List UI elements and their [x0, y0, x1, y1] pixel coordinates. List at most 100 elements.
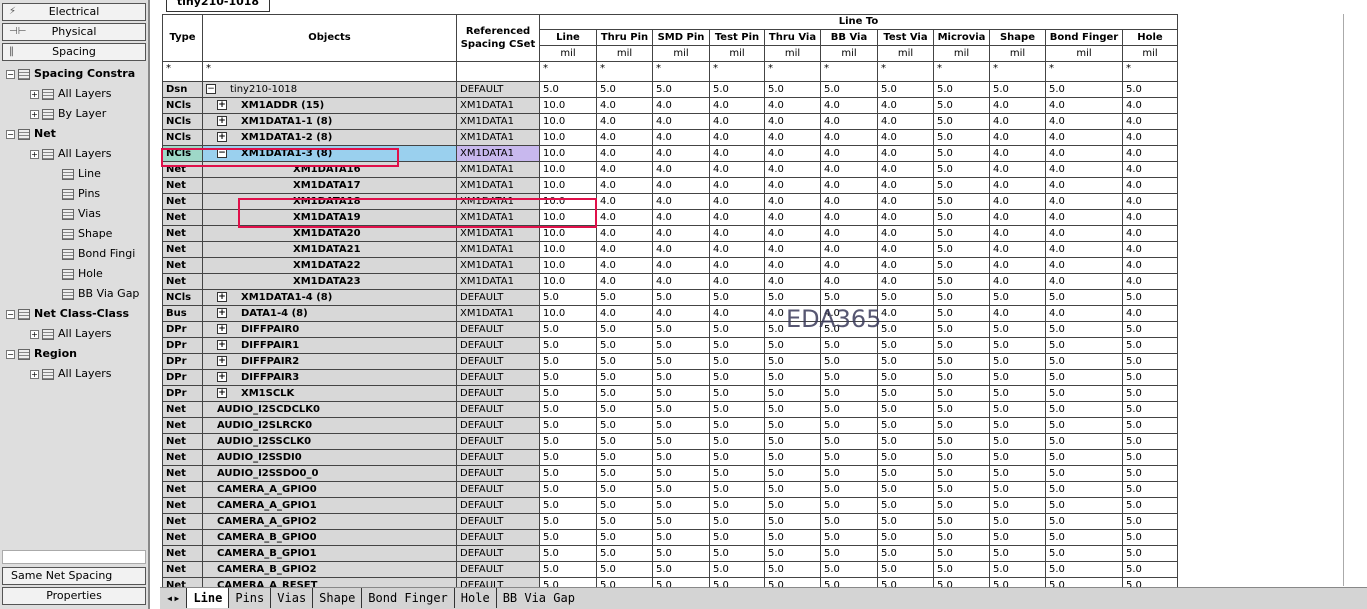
value-cell[interactable]: 5.0: [1122, 337, 1178, 354]
value-cell[interactable]: 5.0: [877, 497, 934, 514]
cset-cell[interactable]: DEFAULT: [456, 561, 540, 578]
value-cell[interactable]: 4.0: [764, 129, 821, 146]
value-cell[interactable]: 5.0: [989, 561, 1046, 578]
value-cell[interactable]: 10.0: [539, 129, 597, 146]
object-cell[interactable]: AUDIO_I2SSCLK0: [202, 433, 457, 450]
value-cell[interactable]: 5.0: [820, 337, 878, 354]
value-cell[interactable]: 4.0: [989, 209, 1046, 226]
table-row[interactable]: Net AUDIO_I2SSCLK0 DEFAULT 5.0 5.0 5.0 5.0 5.0 5…: [162, 433, 1178, 450]
value-cell[interactable]: 4.0: [1122, 97, 1178, 114]
value-cell[interactable]: 4.0: [652, 97, 710, 114]
value-cell[interactable]: 4.0: [820, 209, 878, 226]
table-row[interactable]: NCls + XM1DATA1-4 (8) DEFAULT 5.0 5.0 5.0 5.0 5.…: [162, 289, 1178, 306]
value-cell[interactable]: 4.0: [652, 241, 710, 258]
value-cell[interactable]: 5.0: [764, 81, 821, 98]
value-cell[interactable]: 5.0: [539, 401, 597, 418]
value-cell[interactable]: 5.0: [989, 481, 1046, 498]
value-cell[interactable]: 5.0: [933, 193, 990, 210]
workset-spacing-button[interactable]: ‖ Spacing: [2, 43, 146, 61]
value-cell[interactable]: 5.0: [709, 401, 765, 418]
value-cell[interactable]: 5.0: [539, 417, 597, 434]
value-cell[interactable]: 5.0: [709, 369, 765, 386]
value-cell[interactable]: 4.0: [1045, 273, 1123, 290]
filter-cell[interactable]: *: [820, 61, 878, 82]
value-cell[interactable]: 4.0: [1045, 129, 1123, 146]
value-cell[interactable]: 4.0: [1122, 273, 1178, 290]
table-row[interactable]: Net AUDIO_I2SCDCLK0 DEFAULT 5.0 5.0 5.0 5.0 5.0…: [162, 401, 1178, 418]
value-cell[interactable]: 4.0: [1045, 97, 1123, 114]
table-row[interactable]: Net CAMERA_A_GPIO2 DEFAULT 5.0 5.0 5.0 5.0 5.0 5…: [162, 513, 1178, 530]
value-cell[interactable]: 5.0: [820, 81, 878, 98]
cset-cell[interactable]: DEFAULT: [456, 353, 540, 370]
value-cell[interactable]: 4.0: [989, 97, 1046, 114]
value-cell[interactable]: 5.0: [989, 417, 1046, 434]
value-cell[interactable]: 5.0: [933, 81, 990, 98]
value-cell[interactable]: 10.0: [539, 97, 597, 114]
cset-cell[interactable]: XM1DATA1: [456, 145, 540, 162]
object-cell[interactable]: CAMERA_A_GPIO0: [202, 481, 457, 498]
value-cell[interactable]: 5.0: [652, 417, 710, 434]
value-cell[interactable]: 5.0: [989, 369, 1046, 386]
collapse-icon[interactable]: −: [6, 69, 15, 79]
value-cell[interactable]: 5.0: [933, 113, 990, 130]
value-cell[interactable]: 4.0: [652, 273, 710, 290]
value-cell[interactable]: 5.0: [877, 385, 934, 402]
object-cell[interactable]: + DIFFPAIR0: [202, 321, 457, 338]
value-cell[interactable]: 5.0: [933, 305, 990, 322]
value-cell[interactable]: 5.0: [820, 513, 878, 530]
value-cell[interactable]: 5.0: [764, 513, 821, 530]
table-row[interactable]: DPr + DIFFPAIR1 DEFAULT 5.0 5.0 5.0 5.0 5.0 5.0 5.…: [162, 337, 1178, 354]
filter-cell[interactable]: *: [202, 61, 457, 82]
value-cell[interactable]: 5.0: [539, 321, 597, 338]
value-cell[interactable]: 5.0: [652, 449, 710, 466]
value-cell[interactable]: 5.0: [764, 353, 821, 370]
value-cell[interactable]: 4.0: [596, 177, 653, 194]
tree-item[interactable]: Shape: [0, 224, 148, 244]
col-header[interactable]: Hole: [1122, 29, 1178, 46]
value-cell[interactable]: 5.0: [539, 369, 597, 386]
value-cell[interactable]: 4.0: [820, 193, 878, 210]
tree-item[interactable]: Hole: [0, 264, 148, 284]
collapse-icon[interactable]: −: [6, 129, 15, 139]
value-cell[interactable]: 4.0: [877, 225, 934, 242]
value-cell[interactable]: 5.0: [1045, 529, 1123, 546]
value-cell[interactable]: 5.0: [652, 321, 710, 338]
tree-item[interactable]: + By Layer: [0, 104, 148, 124]
value-cell[interactable]: 5.0: [764, 497, 821, 514]
value-cell[interactable]: 5.0: [652, 497, 710, 514]
value-cell[interactable]: 4.0: [877, 177, 934, 194]
cset-cell[interactable]: XM1DATA1: [456, 305, 540, 322]
value-cell[interactable]: 4.0: [989, 225, 1046, 242]
value-cell[interactable]: 5.0: [1122, 545, 1178, 562]
value-cell[interactable]: 5.0: [1122, 465, 1178, 482]
value-cell[interactable]: 5.0: [1122, 529, 1178, 546]
value-cell[interactable]: 5.0: [596, 337, 653, 354]
value-cell[interactable]: 5.0: [709, 481, 765, 498]
table-row[interactable]: Net AUDIO_I2SLRCK0 DEFAULT 5.0 5.0 5.0 5.0 5.0 5…: [162, 417, 1178, 434]
value-cell[interactable]: 5.0: [933, 129, 990, 146]
value-cell[interactable]: 4.0: [596, 225, 653, 242]
value-cell[interactable]: 5.0: [764, 433, 821, 450]
value-cell[interactable]: 4.0: [1122, 145, 1178, 162]
cset-cell[interactable]: DEFAULT: [456, 321, 540, 338]
table-row[interactable]: DPr + DIFFPAIR3 DEFAULT 5.0 5.0 5.0 5.0 5.0 5.0 5.…: [162, 369, 1178, 386]
value-cell[interactable]: 5.0: [1122, 321, 1178, 338]
value-cell[interactable]: 5.0: [820, 289, 878, 306]
filter-cell[interactable]: [456, 61, 540, 82]
cset-cell[interactable]: DEFAULT: [456, 289, 540, 306]
value-cell[interactable]: 5.0: [820, 401, 878, 418]
table-row[interactable]: DPr + XM1SCLK DEFAULT 5.0 5.0 5.0 5.0 5.0 5.0 5.0 5…: [162, 385, 1178, 402]
value-cell[interactable]: 5.0: [933, 177, 990, 194]
value-cell[interactable]: 4.0: [764, 225, 821, 242]
value-cell[interactable]: 5.0: [1045, 497, 1123, 514]
expand-icon[interactable]: +: [217, 291, 227, 302]
value-cell[interactable]: 4.0: [709, 161, 765, 178]
value-cell[interactable]: 4.0: [989, 161, 1046, 178]
value-cell[interactable]: 5.0: [596, 513, 653, 530]
value-cell[interactable]: 5.0: [539, 337, 597, 354]
value-cell[interactable]: 4.0: [596, 305, 653, 322]
cset-cell[interactable]: XM1DATA1: [456, 177, 540, 194]
value-cell[interactable]: 5.0: [539, 289, 597, 306]
value-cell[interactable]: 5.0: [877, 433, 934, 450]
value-cell[interactable]: 4.0: [596, 257, 653, 274]
